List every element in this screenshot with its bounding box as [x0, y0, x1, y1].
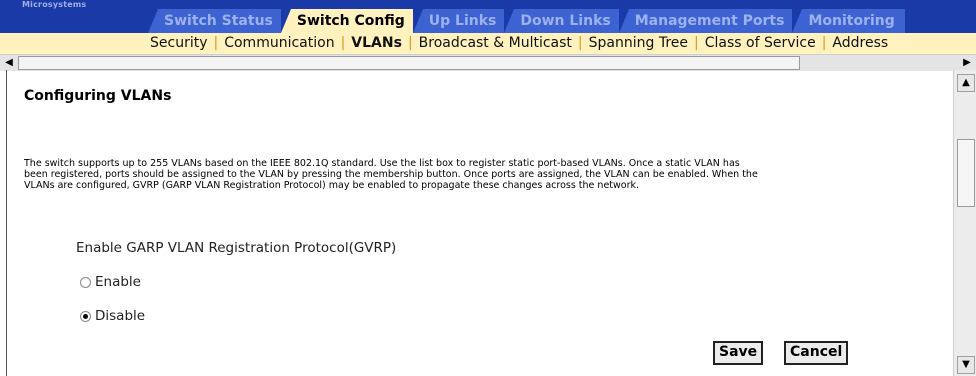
horizontal-scroll-thumb[interactable]	[18, 56, 800, 70]
tab-monitoring[interactable]: Monitoring	[792, 9, 905, 33]
subnav-communication[interactable]: Communication	[224, 35, 334, 51]
vertical-scrollbar[interactable]: ▲ ▼	[953, 70, 976, 376]
subnav-broadcast-multicast[interactable]: Broadcast & Multicast	[419, 35, 572, 51]
subnav-separator: |	[213, 35, 219, 51]
subnav-spanning-tree[interactable]: Spanning Tree	[589, 35, 688, 51]
tab-switch-status[interactable]: Switch Status	[148, 9, 283, 33]
disable-label: Disable	[95, 308, 146, 324]
disable-option[interactable]: Disable	[80, 308, 145, 324]
frame-border	[6, 70, 7, 376]
scroll-right-icon[interactable]: ▶	[960, 56, 974, 70]
tab-up-links[interactable]: Up Links	[412, 9, 507, 33]
subnav-separator: |	[407, 35, 413, 51]
enable-label: Enable	[95, 274, 141, 290]
disable-radio[interactable]	[80, 310, 91, 322]
scroll-down-icon[interactable]: ▼	[957, 356, 975, 374]
subnav-separator: |	[577, 35, 583, 51]
main-tabs: Switch Status Switch Config Up Links Dow…	[148, 9, 905, 33]
subnav-security[interactable]: Security	[150, 35, 208, 51]
page-description: The switch supports up to 255 VLANs base…	[24, 158, 758, 191]
cancel-button[interactable]: Cancel	[784, 341, 849, 365]
tab-down-links[interactable]: Down Links	[504, 9, 621, 33]
horizontal-scrollbar[interactable]: ◀ ▶	[0, 54, 976, 71]
gvrp-label: Enable GARP VLAN Registration Protocol(G…	[76, 240, 397, 256]
subnav-separator: |	[340, 35, 346, 51]
subnav-separator: |	[694, 35, 699, 51]
tab-switch-config[interactable]: Switch Config	[280, 9, 415, 33]
subnav-class-of-service[interactable]: Class of Service	[705, 35, 816, 51]
scroll-left-icon[interactable]: ◀	[2, 56, 16, 70]
subnav-separator: |	[821, 35, 827, 51]
enable-option[interactable]: Enable	[80, 274, 141, 290]
enable-radio[interactable]	[80, 276, 91, 288]
company-logo: Microsystems	[22, 0, 87, 9]
save-button[interactable]: Save	[713, 341, 764, 365]
subnav-address[interactable]: Address	[832, 35, 888, 51]
tab-management-ports[interactable]: Management Ports	[618, 9, 795, 33]
vertical-scroll-thumb[interactable]	[957, 139, 975, 207]
top-tab-bar: Microsystems Switch Status Switch Config…	[0, 0, 976, 33]
scroll-up-icon[interactable]: ▲	[957, 74, 975, 92]
sub-navigation: Security | Communication | VLANs | Broadcast &…	[0, 33, 976, 54]
subnav-vlans[interactable]: VLANs	[351, 35, 402, 51]
page-title: Configuring VLANs	[24, 88, 172, 104]
